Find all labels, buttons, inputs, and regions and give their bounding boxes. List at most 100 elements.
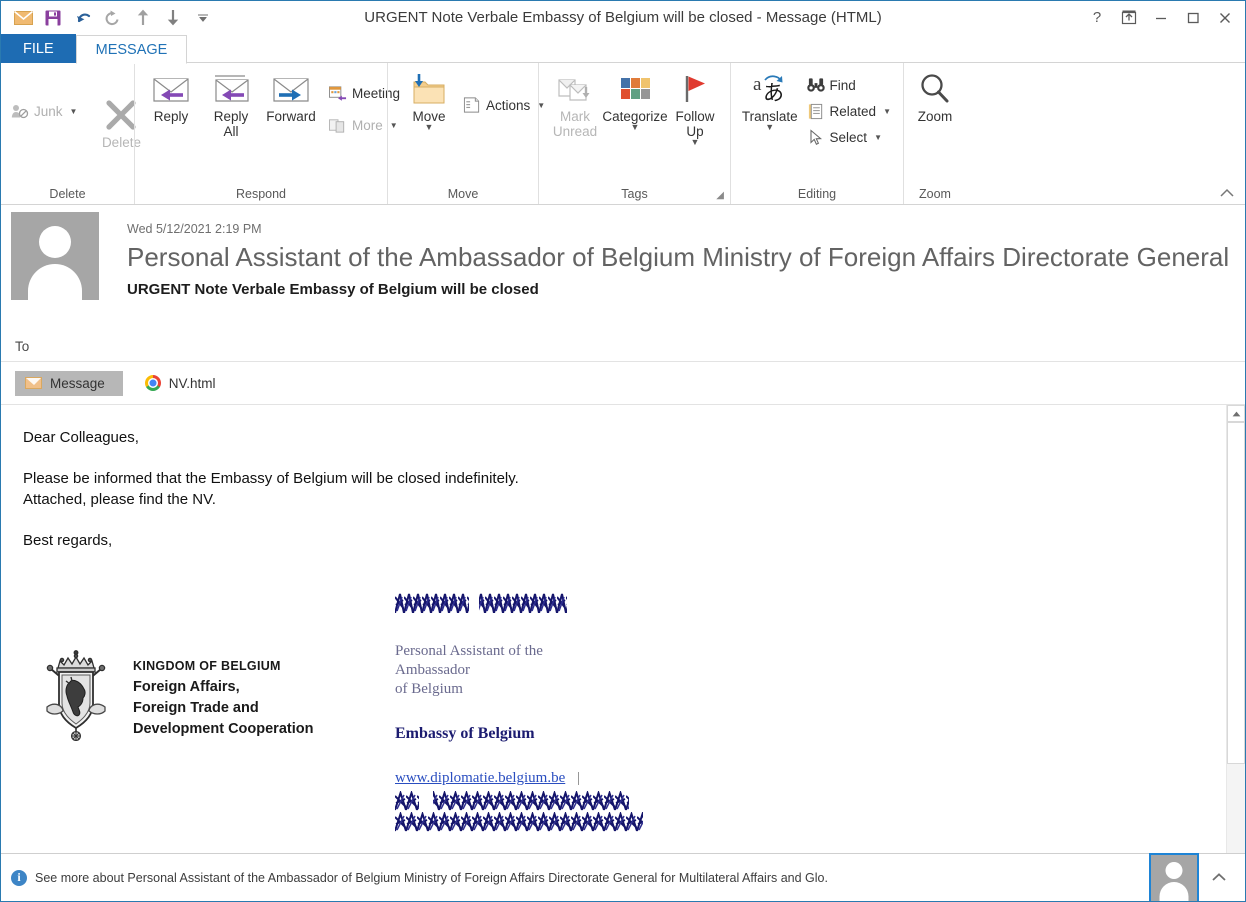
chevron-down-icon: ▼ (874, 132, 882, 142)
reply-all-button[interactable]: Reply All (201, 67, 261, 139)
forward-label: Forward (266, 109, 316, 124)
scrollbar-track-lower[interactable] (1227, 763, 1245, 860)
avatar-head (39, 226, 71, 258)
chevron-down-icon: ▼ (690, 137, 700, 147)
related-label: Related (829, 103, 877, 119)
find-button[interactable]: Find (803, 73, 897, 97)
redo-icon[interactable] (99, 5, 127, 31)
junk-button[interactable]: Junk ▼ (7, 99, 83, 123)
contact-photo-head (1165, 861, 1183, 879)
signature-website-row: www.diplomatie.belgium.be | (395, 768, 645, 789)
message-sender[interactable]: Personal Assistant of the Ambassador of … (127, 240, 1245, 274)
reply-label: Reply (153, 109, 189, 124)
message-header-text: Wed 5/12/2021 2:19 PM Personal Assistant… (127, 215, 1245, 298)
attachment-tab-nv-html[interactable]: NV.html (135, 370, 234, 396)
ribbon-group-label-tags: Tags ◢ (539, 187, 730, 204)
zoom-button[interactable]: Zoom (905, 67, 965, 124)
message-date: Wed 5/12/2021 2:19 PM (127, 222, 262, 236)
signature-details: Personal Assistant of the Ambassador of … (395, 591, 645, 840)
ribbon-group-move: Move ▼ Actions ▼ Move (387, 63, 545, 204)
tags-label-text: Tags (621, 187, 648, 201)
previous-item-icon[interactable] (129, 5, 157, 31)
junk-icon (11, 102, 29, 120)
translate-button[interactable]: a あ Translate ▼ (737, 67, 803, 132)
contact-photo-body (1159, 881, 1189, 901)
svg-text:あ: あ (763, 81, 784, 105)
move-button[interactable]: Move ▼ (394, 67, 459, 132)
message-body[interactable]: Dear Colleagues, Please be informed that… (1, 405, 1245, 851)
quick-access-toolbar (1, 5, 217, 31)
select-button[interactable]: Select ▼ (803, 125, 897, 149)
attachment-tab-message[interactable]: Message (15, 370, 123, 396)
ribbon-group-respond: Reply Reply All Forward Meeting More ▼ R… (134, 63, 400, 204)
scrollbar-track[interactable] (1227, 422, 1245, 860)
scrollbar-thumb[interactable] (1227, 422, 1245, 764)
related-button[interactable]: Related ▼ (803, 99, 897, 123)
customize-qat-icon[interactable] (189, 5, 217, 31)
find-binoculars-icon (806, 76, 825, 94)
ribbon-group-tags: Mark Unread Categorize ▼ Follow Up ▼ Tag… (538, 63, 730, 204)
chevron-up-icon[interactable] (1211, 870, 1227, 885)
related-document-icon (807, 102, 825, 120)
tab-message[interactable]: MESSAGE (75, 35, 188, 64)
follow-up-flag-icon (678, 72, 712, 106)
contact-photo[interactable] (1149, 852, 1199, 901)
tab-file[interactable]: FILE (1, 34, 76, 63)
undo-icon[interactable] (69, 5, 97, 31)
save-icon[interactable] (39, 5, 67, 31)
belgium-logo-block: KINGDOM OF BELGIUM Foreign Affairs, Fore… (33, 649, 313, 747)
help-button[interactable]: ? (1081, 3, 1113, 33)
ribbon-group-label-respond: Respond (235, 187, 287, 201)
minimize-button[interactable] (1145, 3, 1177, 33)
move-folder-icon (410, 72, 448, 106)
chevron-down-icon: ▼ (630, 122, 640, 132)
signature-role-line3: of Belgium (395, 681, 463, 697)
belgium-coat-of-arms-icon (33, 649, 119, 747)
ribbon-display-options-icon[interactable] (1113, 3, 1145, 33)
chevron-down-icon: ▼ (883, 106, 891, 116)
logo-line-foreign-trade: Foreign Trade and (133, 700, 259, 716)
zoom-label: Zoom (917, 109, 953, 124)
mark-unread-button[interactable]: Mark Unread (545, 67, 605, 139)
outlook-message-window: URGENT Note Verbale Embassy of Belgium w… (0, 0, 1246, 902)
signature-role-line1: Personal Assistant of the (395, 643, 543, 659)
ribbon: Junk ▼ Delete Delete Reply Reply All For… (1, 63, 1245, 205)
close-button[interactable] (1209, 3, 1241, 33)
to-label: To (15, 339, 30, 354)
forward-button[interactable]: Forward (261, 67, 321, 124)
status-bar-right (1149, 852, 1245, 901)
signature-website-link[interactable]: www.diplomatie.belgium.be (395, 770, 565, 786)
svg-text:a: a (753, 74, 762, 95)
ribbon-group-label-editing: Editing (797, 187, 837, 201)
chevron-down-icon: ▼ (69, 106, 78, 116)
maximize-button[interactable] (1177, 3, 1209, 33)
actions-label: Actions (486, 97, 531, 113)
vertical-scrollbar[interactable] (1226, 405, 1245, 877)
redacted-contact-info (395, 791, 645, 840)
translate-icon: a あ (748, 72, 792, 106)
collapse-ribbon-button[interactable] (1219, 185, 1235, 201)
body-paragraph: Please be informed that the Embassy of B… (23, 468, 1245, 510)
ribbon-group-label-move: Move (447, 187, 479, 201)
chevron-down-icon: ▼ (765, 122, 775, 132)
to-field[interactable]: To (1, 339, 1245, 362)
ribbon-group-delete: Junk ▼ Delete Delete (1, 63, 141, 204)
ribbon-group-label-zoom: Zoom (919, 187, 951, 201)
status-bar-text[interactable]: See more about Personal Assistant of the… (35, 871, 828, 885)
signature-role: Personal Assistant of the Ambassador of … (395, 642, 645, 699)
logo-line-foreign-affairs: Foreign Affairs, (133, 679, 240, 695)
avatar[interactable] (11, 212, 99, 300)
tags-dialog-launcher-icon[interactable]: ◢ (716, 190, 724, 201)
categorize-icon (614, 72, 656, 106)
signature-role-line2: Ambassador (395, 662, 470, 678)
next-item-icon[interactable] (159, 5, 187, 31)
follow-up-button[interactable]: Follow Up ▼ (665, 67, 725, 147)
chevron-down-icon: ▼ (424, 122, 434, 132)
reply-button[interactable]: Reply (141, 67, 201, 124)
find-label: Find (829, 77, 856, 93)
status-bar: i See more about Personal Assistant of t… (1, 852, 1245, 901)
window-controls: ? (1081, 1, 1241, 34)
categorize-button[interactable]: Categorize ▼ (602, 67, 668, 132)
scroll-up-button[interactable] (1227, 405, 1245, 422)
envelope-icon[interactable] (9, 5, 37, 31)
